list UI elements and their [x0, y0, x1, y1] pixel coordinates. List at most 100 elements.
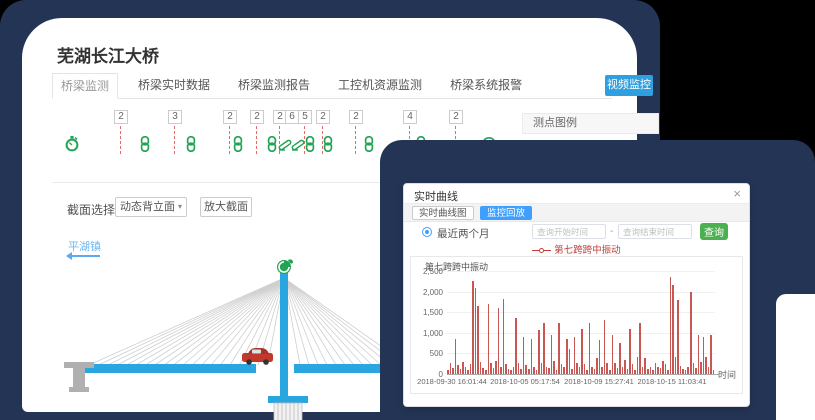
modal-title: 实时曲线 — [414, 188, 458, 204]
chart-bar — [660, 368, 662, 374]
chart-bar — [619, 343, 621, 374]
date-range-separator: - — [610, 226, 613, 237]
sensor-count-badge[interactable]: 5 — [298, 110, 312, 124]
enlarge-section-button[interactable]: 放大截面 — [200, 197, 252, 217]
y-tick-label: 2,000 — [411, 288, 443, 297]
link-icon[interactable] — [137, 136, 153, 152]
x-tick-label: 2018-09-30 16:01:44 — [412, 377, 492, 386]
chart-bar — [677, 300, 679, 374]
chart-bar — [655, 363, 657, 375]
chart-bar — [614, 363, 616, 375]
y-tick-label: 500 — [411, 349, 443, 358]
chart-bar — [634, 370, 636, 374]
link-icon[interactable] — [320, 136, 336, 152]
sensor-dashed-line — [256, 126, 257, 154]
chart-bar — [606, 363, 608, 374]
chart-bar — [460, 369, 462, 374]
chart-bar — [604, 320, 606, 374]
link-icon[interactable] — [361, 136, 377, 152]
link-icon[interactable] — [302, 136, 318, 152]
modal-tab-0[interactable]: 实时曲线图 — [412, 206, 474, 220]
chart-bar — [493, 368, 495, 374]
sensor-count-badge[interactable]: 2 — [250, 110, 264, 124]
chart-bar — [629, 329, 631, 374]
chart-bar — [695, 368, 697, 374]
sensor-count-badge[interactable]: 2 — [114, 110, 128, 124]
sensor-count-badge[interactable]: 3 — [168, 110, 182, 124]
chart-bar — [632, 364, 634, 374]
modal-tab-1[interactable]: 监控回放 — [480, 206, 532, 220]
chart-bar — [541, 363, 543, 374]
realtime-curve-modal: 实时曲线 × 实时曲线图监控回放 最近两个月 - 查询 第七跨跨中振动 第七跨跨… — [403, 183, 750, 407]
modal-tabstrip: 实时曲线图监控回放 — [404, 204, 749, 222]
anemometer-icon[interactable] — [277, 259, 293, 274]
chart-bar — [556, 370, 558, 374]
chart-bar — [498, 308, 500, 374]
chart-bar — [495, 361, 497, 374]
sensor-count-badge[interactable]: 2 — [349, 110, 363, 124]
tab-3[interactable]: 工控机资源监测 — [330, 73, 430, 99]
query-end-time-input[interactable] — [618, 224, 692, 239]
y-tick-label: 2,500 — [411, 267, 443, 276]
chart-bar — [685, 370, 687, 374]
sensor-count-badge[interactable]: 4 — [403, 110, 417, 124]
chart-bar — [687, 367, 689, 374]
sensor-count-badge[interactable]: 2 — [316, 110, 330, 124]
chart-bar — [650, 367, 652, 374]
query-button[interactable]: 查询 — [700, 223, 728, 240]
tower-foundation — [274, 403, 302, 420]
sensor-count-badge[interactable]: 6 — [285, 110, 299, 124]
sensor-count-badge[interactable]: 2 — [449, 110, 463, 124]
chart-x-axis-label: 时间 — [718, 368, 736, 381]
sensor-count-badge[interactable]: 2 — [223, 110, 237, 124]
tab-0[interactable]: 桥梁监测 — [52, 73, 118, 99]
chart-legend[interactable]: 第七跨跨中振动 — [404, 242, 749, 254]
left-abutment-pier — [64, 362, 94, 392]
chart-bar — [700, 362, 702, 374]
chart-bar — [594, 369, 596, 374]
chart-bar — [543, 323, 545, 375]
stopwatch-icon[interactable] — [64, 136, 80, 152]
video-monitor-button[interactable]: 视频监控 — [605, 75, 653, 96]
section-select-dropdown[interactable]: 动态背立面 ▾ — [115, 197, 187, 217]
chevron-down-icon: ▾ — [178, 198, 182, 216]
chart-bar — [472, 281, 474, 374]
bridge-diagram — [44, 258, 419, 420]
tab-1[interactable]: 桥梁实时数据 — [130, 73, 218, 99]
chart-bar — [693, 363, 695, 374]
sensor-dashed-line — [174, 126, 175, 154]
close-icon[interactable]: × — [733, 186, 741, 201]
chart-bar — [612, 335, 614, 374]
chart-bar — [622, 367, 624, 374]
chart-bar — [525, 365, 527, 374]
chart-bar — [510, 370, 512, 374]
chart-bar — [589, 323, 591, 375]
y-tick-label: 1,000 — [411, 329, 443, 338]
link-icon[interactable] — [230, 136, 246, 152]
chart-bar — [455, 339, 457, 374]
link-icon[interactable] — [183, 136, 199, 152]
tab-4[interactable]: 桥梁系统报警 — [442, 73, 530, 99]
chart-bar — [518, 363, 520, 375]
legend-line-icon — [544, 250, 551, 251]
main-tabbar: 桥梁监测桥梁实时数据桥梁监测报告工控机资源监测桥梁系统报警 — [52, 73, 612, 99]
chart-bar — [690, 292, 692, 374]
chart-bar — [520, 369, 522, 374]
radio-label: 最近两个月 — [437, 226, 490, 241]
chart-bar — [551, 335, 553, 374]
cables — [89, 278, 408, 365]
bridge-deck-left — [80, 364, 256, 373]
chart-bar — [447, 370, 449, 374]
sensor-dashed-line — [355, 126, 356, 154]
chart-bar — [465, 367, 467, 374]
chart-bar — [665, 364, 667, 374]
tab-2[interactable]: 桥梁监测报告 — [230, 73, 318, 99]
chart-bar — [485, 370, 487, 374]
chart-bar — [503, 299, 505, 374]
x-tick-label: 2018-10-09 15:27:41 — [559, 377, 639, 386]
modal-header: 实时曲线 × — [404, 184, 749, 204]
chart-bar — [627, 369, 629, 374]
last-two-months-radio[interactable] — [422, 227, 432, 237]
query-start-time-input[interactable] — [532, 224, 606, 239]
chart-bar — [558, 323, 560, 374]
